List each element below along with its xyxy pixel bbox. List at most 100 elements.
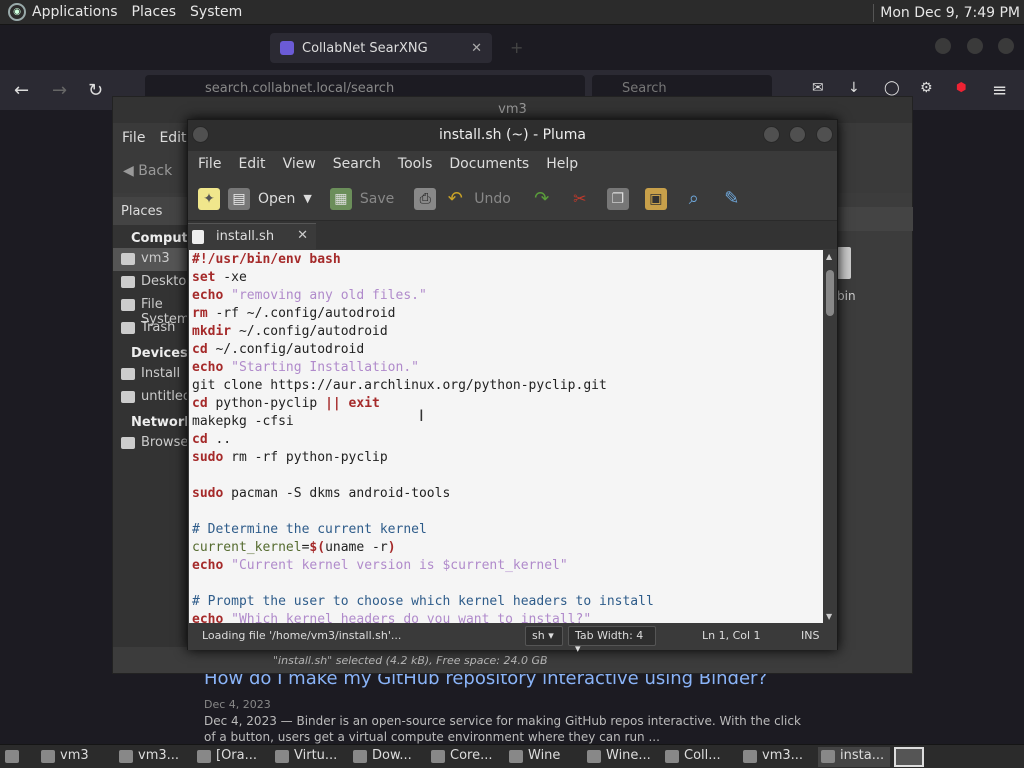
scroll-up-icon[interactable]: ▲ <box>826 252 832 261</box>
mate-logo-icon[interactable]: ◉ <box>8 3 26 21</box>
code-line[interactable]: git clone https://aur.archlinux.org/pyth… <box>192 377 823 395</box>
caja-menu-edit[interactable]: Edit <box>159 130 186 146</box>
menu-help[interactable]: Help <box>546 156 578 172</box>
code-line[interactable]: #!/usr/bin/env bash <box>192 251 823 269</box>
code-line[interactable]: echo "removing any old files." <box>192 287 823 305</box>
code-line[interactable] <box>192 575 823 593</box>
close-tab-icon[interactable]: ✕ <box>471 41 482 56</box>
task-core[interactable]: Core... <box>428 747 500 767</box>
sidebar-item-browse[interactable]: Browse <box>113 432 191 455</box>
tab-width-dropdown[interactable]: Tab Width: 4 ▾ <box>568 626 656 655</box>
clock[interactable]: Mon Dec 9, 7:49 PM <box>880 5 1020 21</box>
replace-icon[interactable]: ✎ <box>721 188 743 210</box>
places-header[interactable]: Places <box>113 197 191 225</box>
cut-icon[interactable]: ✂ <box>569 188 591 210</box>
code-line[interactable]: mkdir ~/.config/autodroid <box>192 323 823 341</box>
sidebar-item-trash[interactable]: Trash <box>113 317 191 340</box>
code-line[interactable]: echo "Current kernel version is $current… <box>192 557 823 575</box>
code-line[interactable] <box>192 467 823 485</box>
menu-file[interactable]: File <box>198 156 221 172</box>
menu-search[interactable]: Search <box>333 156 381 172</box>
copy-icon[interactable]: ❐ <box>606 187 629 210</box>
new-tab-icon[interactable]: + <box>510 38 523 57</box>
open-dropdown-icon[interactable]: ▼ <box>303 192 311 205</box>
caja-back-button[interactable]: ◀ Back <box>123 163 172 179</box>
task-downloads[interactable]: Dow... <box>350 747 422 767</box>
sidebar-item-install[interactable]: Install <box>113 363 191 386</box>
task-vm3-terminal[interactable]: vm3... <box>116 747 188 767</box>
code-line[interactable]: echo "Starting Installation." <box>192 359 823 377</box>
new-document-icon[interactable]: ✦ <box>198 187 220 210</box>
code-line[interactable] <box>192 503 823 521</box>
reload-icon[interactable]: ↻ <box>88 80 103 101</box>
code-line[interactable]: # Determine the current kernel <box>192 521 823 539</box>
open-button[interactable]: Open <box>258 191 295 207</box>
paste-icon[interactable]: ▣ <box>644 187 667 210</box>
menu-tools[interactable]: Tools <box>398 156 433 172</box>
scroll-down-icon[interactable]: ▼ <box>826 612 832 621</box>
task-wine-2[interactable]: Wine... <box>584 747 656 767</box>
close-icon[interactable] <box>998 38 1014 54</box>
hamburger-menu-icon[interactable]: ≡ <box>992 80 1007 101</box>
sidebar-item-filesystem[interactable]: File System <box>113 294 191 327</box>
workspace-switcher[interactable] <box>894 747 924 767</box>
scrollbar-thumb[interactable] <box>826 270 834 316</box>
sidebar-item-home[interactable]: vm3 <box>113 248 191 271</box>
undo-icon[interactable]: ↶ <box>444 188 466 210</box>
firefox-tab-inactive[interactable] <box>10 33 260 63</box>
close-tab-icon[interactable]: ✕ <box>297 228 308 243</box>
task-wine[interactable]: Wine <box>506 747 578 767</box>
maximize-icon[interactable] <box>967 38 983 54</box>
task-virtualbox[interactable]: Virtu... <box>272 747 344 767</box>
ublock-icon[interactable]: ⬢ <box>956 80 966 94</box>
forward-arrow-icon[interactable]: → <box>52 80 67 101</box>
open-folder-icon[interactable]: ▤ <box>228 187 250 210</box>
code-line[interactable]: cd .. <box>192 431 823 449</box>
code-editor[interactable]: #!/usr/bin/env bash set -xe echo "removing… <box>189 250 823 623</box>
window-menu-icon[interactable] <box>192 126 209 143</box>
code-line[interactable]: rm -rf ~/.config/autodroid <box>192 305 823 323</box>
menu-documents[interactable]: Documents <box>449 156 529 172</box>
code-line[interactable]: cd ~/.config/autodroid <box>192 341 823 359</box>
undo-button[interactable]: Undo <box>474 191 511 207</box>
account-icon[interactable]: ◯ <box>884 80 900 96</box>
task-vm3-2[interactable]: vm3... <box>740 747 812 767</box>
task-install-sh[interactable]: insta... <box>818 747 890 767</box>
code-line[interactable]: # Prompt the user to choose which kernel… <box>192 593 823 611</box>
code-line[interactable]: cd python-pyclip || exit <box>192 395 823 413</box>
code-line[interactable]: current_kernel=$(uname -r) <box>192 539 823 557</box>
redo-icon[interactable]: ↷ <box>531 188 553 210</box>
minimize-icon[interactable] <box>935 38 951 54</box>
code-line[interactable]: echo "Which kernel headers do you want t… <box>192 611 823 623</box>
code-line[interactable]: sudo pacman -S dkms android-tools <box>192 485 823 503</box>
code-line[interactable]: set -xe <box>192 269 823 287</box>
task-oracle[interactable]: [Ora... <box>194 747 266 767</box>
menu-applications[interactable]: Applications <box>32 4 118 20</box>
menu-edit[interactable]: Edit <box>238 156 265 172</box>
show-desktop-icon[interactable] <box>2 747 30 767</box>
download-icon[interactable]: ↓ <box>848 80 860 96</box>
minimize-icon[interactable] <box>763 126 780 143</box>
file-label[interactable]: bin <box>837 289 856 303</box>
task-collabnet[interactable]: Coll... <box>662 747 734 767</box>
menu-places[interactable]: Places <box>132 4 177 20</box>
save-button[interactable]: Save <box>360 191 394 207</box>
find-icon[interactable]: ⌕ <box>683 188 705 210</box>
language-dropdown[interactable]: sh ▾ <box>525 626 563 646</box>
menu-system[interactable]: System <box>190 4 242 20</box>
save-icon[interactable]: ▦ <box>329 187 352 210</box>
print-icon[interactable]: ⎙ <box>414 187 437 210</box>
firefox-tab-active[interactable]: CollabNet SearXNG ✕ <box>270 33 492 63</box>
folder-icon[interactable] <box>837 247 851 279</box>
task-vm3[interactable]: vm3 <box>38 747 110 767</box>
extensions-icon[interactable]: ⚙ <box>920 80 933 96</box>
maximize-icon[interactable] <box>789 126 806 143</box>
menu-view[interactable]: View <box>283 156 316 172</box>
sidebar-item-desktop[interactable]: Desktop <box>113 271 195 294</box>
sidebar-item-untitled[interactable]: untitled <box>113 386 191 409</box>
pocket-icon[interactable]: ✉ <box>812 80 824 96</box>
editor-scrollbar[interactable]: ▲ ▼ <box>823 250 837 623</box>
document-tab[interactable]: install.sh ✕ <box>188 223 316 249</box>
back-arrow-icon[interactable]: ← <box>14 80 29 101</box>
close-icon[interactable] <box>816 126 833 143</box>
